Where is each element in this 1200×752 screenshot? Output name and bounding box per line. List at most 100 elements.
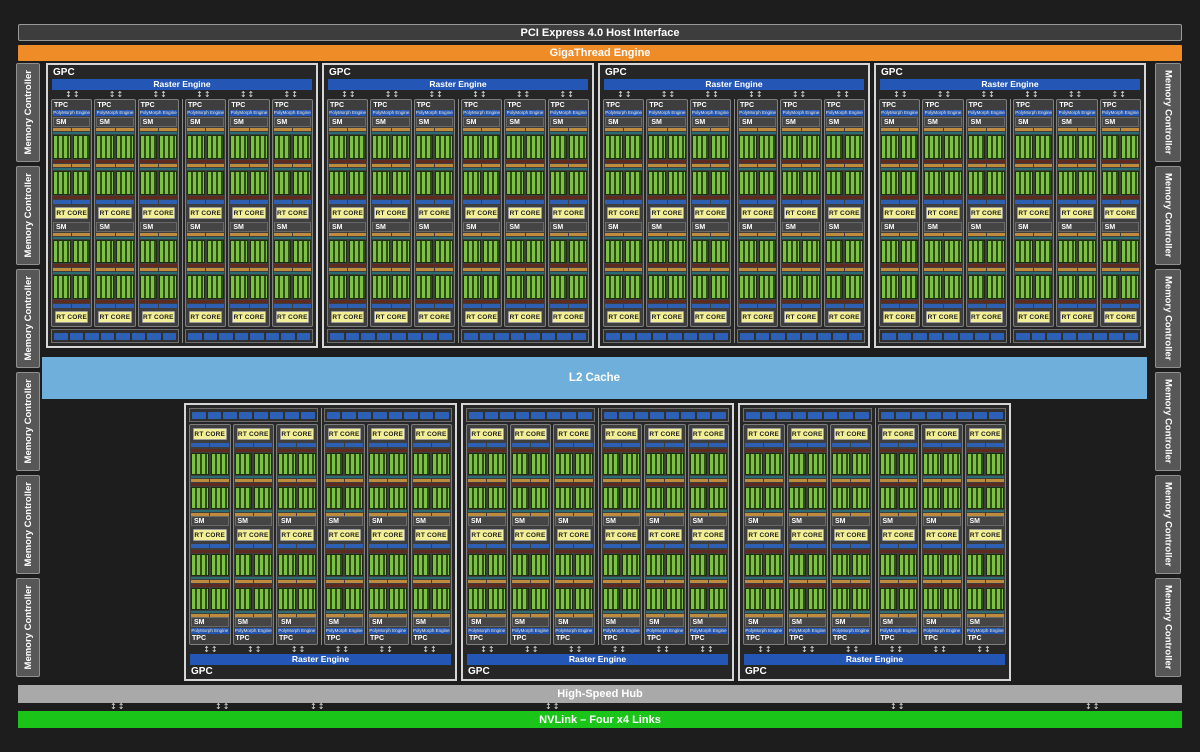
cuda-core-group (369, 554, 387, 576)
sm-label: SM (329, 117, 367, 127)
updown-arrows-icon: ↕↕ (655, 645, 671, 654)
cuda-core-group (96, 239, 114, 264)
tpc-label: TPC (880, 635, 895, 642)
sm-block: SM (1058, 117, 1096, 205)
cuda-core-group (782, 135, 800, 159)
tpc-block: TPC PolyMorph Engine SM RT CORE SM RT CO… (879, 99, 921, 327)
cuda-core-group (622, 588, 640, 610)
sm-core-stack (329, 232, 367, 310)
cuda-core-group (758, 239, 777, 264)
tpc-label: TPC (783, 102, 798, 109)
tpc-header: TPC PolyMorph Engine (329, 101, 367, 116)
rt-core: RT CORE (551, 311, 585, 323)
tpc-units: SM RT CORE SM RT CORE (187, 116, 225, 325)
register-file-bar (646, 611, 684, 613)
texture-unit (746, 411, 760, 419)
texture-unit (755, 332, 769, 340)
cuda-core-array (53, 135, 91, 159)
sm-label: SM (602, 617, 640, 627)
texture-unit (990, 332, 1004, 340)
tensor-core-bar (739, 195, 777, 199)
ldst-sfu-bar (924, 199, 962, 204)
sm-block: SM (648, 117, 686, 205)
tpc-header: TPC PolyMorph Engine (139, 101, 177, 116)
tpc-header: TPC PolyMorph Engine (191, 628, 229, 643)
gpc-half: TPC PolyMorph Engine SM RT CORE SM RT CO… (320, 408, 452, 645)
gpc-block: GPC Raster Engine ↕↕ ↕↕ ↕↕ ↕↕ ↕↕ ↕↕ TPC PolyM… (184, 403, 457, 681)
register-file-bar (881, 236, 919, 239)
register-file-bar (415, 236, 453, 239)
warp-scheduler-bar (96, 128, 134, 131)
texture-unit (683, 332, 697, 340)
cuda-core-array (691, 275, 729, 299)
tensor-core-bar (230, 264, 268, 268)
gpu-architecture-diagram: PCI Express 4.0 Host Interface GigaThrea… (0, 0, 1200, 752)
rt-core: RT CORE (1103, 311, 1137, 323)
sm-block: SM (966, 543, 1004, 627)
warp-scheduler-bar (273, 268, 311, 272)
updown-arrows-icon: ↕↕ (757, 645, 773, 654)
sm-block: SM (96, 221, 134, 310)
register-file-bar (412, 476, 450, 478)
rt-core: RT CORE (648, 428, 682, 440)
cuda-core-group (832, 588, 850, 610)
warp-scheduler-bar (96, 232, 134, 236)
texture-unit (808, 411, 822, 419)
tpc-block: TPC PolyMorph Engine SM RT CORE SM RT CO… (504, 99, 546, 327)
updown-arrows-icon: ↕↕ (334, 645, 351, 654)
sm-block: SM (879, 442, 917, 526)
gpc-label: GPC (881, 67, 903, 78)
sm-label: SM (832, 617, 870, 627)
tpc-block: TPC PolyMorph Engine SM RT CORE SM RT CO… (922, 99, 964, 327)
tpc-units: SM RT CORE SM RT CORE (745, 426, 783, 628)
cuda-core-array (745, 554, 783, 576)
texture-unit (162, 332, 176, 340)
cuda-core-array (879, 588, 917, 610)
cuda-core-group (987, 135, 1005, 159)
rt-core: RT CORE (834, 428, 868, 440)
register-file-bar (278, 611, 316, 613)
texture-unit (404, 411, 418, 419)
cuda-core-group (574, 487, 593, 509)
tensor-core-bar (412, 584, 450, 587)
cuda-core-group (392, 170, 410, 195)
cuda-core-group (966, 554, 985, 576)
cuda-core-group (899, 588, 917, 610)
sm-block: SM (234, 442, 272, 526)
sm-label: SM (648, 221, 686, 232)
sm-label: SM (369, 516, 407, 526)
warp-scheduler-bar (782, 268, 820, 272)
warp-scheduler-bar (96, 163, 134, 167)
tpc-label: TPC (603, 635, 618, 642)
cuda-core-group (53, 239, 71, 264)
register-file-bar (605, 236, 643, 239)
updown-arrows-icon: ↕↕ (617, 90, 633, 99)
warp-scheduler-bar (924, 268, 962, 272)
tensor-core-bar (689, 584, 727, 587)
cuda-core-array (689, 487, 727, 509)
cuda-core-group (709, 554, 727, 576)
cuda-core-array (646, 554, 684, 576)
register-file-bar (924, 132, 962, 134)
tensor-core-bar (96, 195, 134, 199)
tensor-core-bar (329, 195, 367, 199)
register-file-bar (602, 611, 640, 613)
register-file-bar (369, 577, 407, 579)
tpc-block: TPC PolyMorph Engine SM RT CORE SM RT CO… (323, 424, 365, 645)
ldst-sfu-bar (825, 199, 863, 204)
cuda-core-group (463, 170, 481, 195)
ldst-sfu-bar (1015, 304, 1053, 308)
cuda-core-group (348, 135, 367, 159)
ldst-sfu-bar (739, 199, 777, 204)
cuda-core-group (511, 453, 530, 475)
updown-arrows-icon: ↕↕ (704, 90, 720, 99)
cuda-core-group (832, 453, 850, 475)
tpc-block: TPC PolyMorph Engine SM RT CORE SM RT CO… (689, 99, 731, 327)
texture-unit (85, 332, 99, 340)
tensor-core-bar (967, 264, 1005, 268)
cuda-core-group (297, 588, 316, 610)
cuda-core-group (825, 239, 844, 264)
sm-block: SM (605, 221, 643, 310)
cuda-core-array (648, 275, 686, 299)
cuda-core-group (206, 135, 225, 159)
